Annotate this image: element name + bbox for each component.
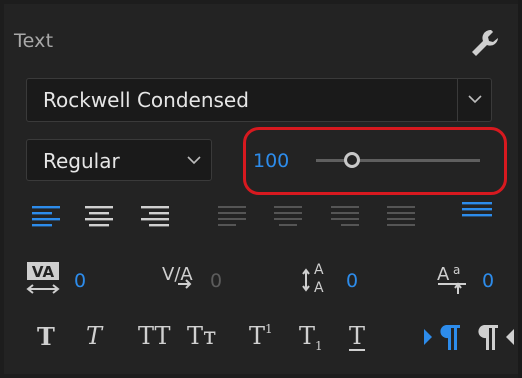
wrench-icon[interactable] [468,26,502,60]
annotation-highlight [243,127,507,195]
justify-last-right-button [327,200,363,236]
chevron-down-icon [468,95,482,104]
svg-text:A: A [437,264,450,285]
faux-bold-button[interactable]: T [37,322,55,351]
faux-italic-button[interactable]: T [86,322,102,350]
justify-all-icon [387,206,415,226]
subscript-mark: 1 [315,339,323,353]
underline-button[interactable]: T [349,322,365,350]
justify-last-center-button [270,200,306,236]
leading-icon: A A [302,262,324,296]
subscript-glyph: T [299,322,316,350]
panel-edge [518,0,522,378]
leading-value[interactable]: 0 [346,270,358,292]
leading-control[interactable]: A A 0 [298,258,358,302]
baseline-shift-value[interactable]: 0 [482,270,494,292]
svg-text:VA: VA [32,263,55,281]
tracking-icon: VA [26,262,60,294]
superscript-button[interactable]: T1 [249,322,273,350]
justify-last-left-icon [218,206,246,226]
subscript-button[interactable]: T1 [299,322,323,353]
essential-graphics-text-panel: Text Rockwell Condensed Regular 1 0 0 VA 0… [4,4,518,374]
align-center-button[interactable] [81,200,117,236]
panel-title: Text [14,30,54,52]
right-to-left-icon [478,325,514,350]
kerning-icon: V/A [162,264,193,289]
right-to-left-button[interactable] [478,322,518,356]
text-top-align-icon [462,202,492,217]
all-caps-button[interactable]: TT [138,322,170,350]
left-to-right-button[interactable] [422,322,462,356]
chevron-down-icon [187,156,201,165]
svg-text:a: a [453,263,460,277]
justify-last-center-icon [274,206,302,226]
text-top-align-button[interactable] [460,196,496,232]
kerning-control[interactable]: V/A 0 [160,258,222,302]
font-family-dropdown-toggle[interactable] [457,79,491,121]
baseline-shift-icon: A a [437,263,466,294]
align-left-icon [32,206,60,227]
small-caps-button[interactable]: Tт [187,322,216,350]
font-style-value: Regular [43,149,120,173]
align-right-button[interactable] [137,200,173,236]
font-family-dropdown[interactable]: Rockwell Condensed [26,78,492,122]
justify-last-right-icon [331,206,359,226]
justify-all-button [383,200,419,236]
kerning-value: 0 [210,270,223,292]
svg-text:A: A [314,262,324,278]
superscript-mark: 1 [265,322,273,336]
align-center-icon [85,206,113,227]
left-to-right-icon [424,325,460,350]
align-left-button[interactable] [28,200,64,236]
align-right-icon [141,206,169,227]
font-style-dropdown[interactable]: Regular [26,139,212,181]
baseline-shift-control[interactable]: A a 0 [436,258,494,302]
tracking-value[interactable]: 0 [74,270,86,292]
font-family-value: Rockwell Condensed [43,88,249,112]
svg-text:A: A [314,280,324,296]
tracking-control[interactable]: VA 0 [24,258,86,302]
superscript-glyph: T [249,322,266,350]
justify-last-left-button [214,200,250,236]
